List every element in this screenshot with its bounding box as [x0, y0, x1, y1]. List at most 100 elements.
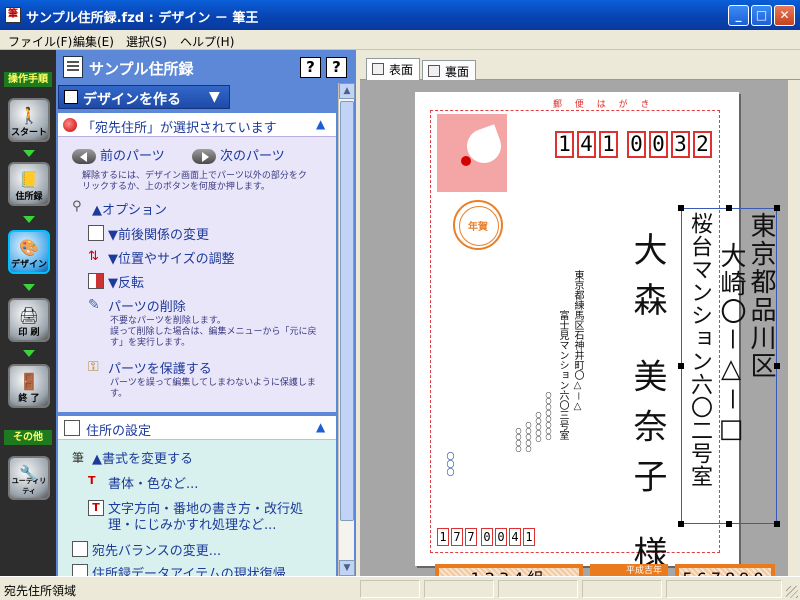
delete-part-button[interactable]: パーツの削除	[108, 296, 186, 315]
maximize-button[interactable]: □	[751, 5, 772, 26]
next-part-button[interactable]: 次のパーツ	[192, 145, 285, 164]
format-brush-icon: 筆	[72, 451, 85, 465]
deselect-hint-line-1: 解除するには、デザイン画面上でパーツ以外の部分をク	[82, 171, 307, 181]
panel-header: サンプル住所録 ? ?	[58, 53, 354, 81]
scroll-thumb[interactable]	[340, 101, 354, 521]
address-settings-heading: 住所の設定	[86, 424, 152, 439]
notebook-icon	[63, 56, 83, 78]
sender-zip-digit[interactable]: 7	[451, 528, 463, 546]
options-toggle[interactable]: ▲オプション	[92, 199, 167, 218]
step-exit-button[interactable]: 🚪 終 了	[8, 364, 50, 408]
format-change-toggle[interactable]: ▲書式を変更する	[92, 448, 193, 467]
zip-digit[interactable]: 4	[577, 131, 596, 158]
zip-digit[interactable]: 2	[693, 131, 712, 158]
minimize-button[interactable]: _	[728, 5, 749, 26]
position-size-toggle[interactable]: ▼位置やサイズの調整	[108, 248, 235, 267]
sender-name-line: 〇〇〇〇〇	[534, 412, 541, 442]
resize-handle[interactable]	[678, 205, 684, 211]
prev-part-label: 前のパーツ	[100, 149, 165, 164]
address-settings-icon	[64, 420, 80, 436]
font-icon: T	[88, 474, 96, 487]
zip-digit[interactable]: 0	[627, 131, 646, 158]
side-tabs: 表面 裏面	[360, 58, 800, 80]
resize-handle[interactable]	[774, 521, 780, 527]
scroll-down-icon[interactable]: ▼	[339, 560, 355, 576]
menu-file[interactable]: ファイル(F)	[8, 33, 72, 50]
recipient-address-line-3[interactable]: 桜台マンション六〇二号室	[683, 212, 715, 488]
step-sidebar: 操作手順 🚶 スタート 📒 住所録 🎨 デザイン 🖨 印 刷 🚪 終 了 その他…	[0, 50, 56, 576]
front-side-icon	[372, 63, 384, 75]
other-header: その他	[4, 430, 52, 445]
step-arrow-icon	[23, 284, 35, 291]
sender-zip-digit[interactable]: 0	[495, 528, 507, 546]
mode-dropdown[interactable]: デザインを作る ▼	[58, 85, 230, 109]
step-address-book-button[interactable]: 📒 住所録	[8, 162, 50, 206]
help-button[interactable]: ?	[326, 57, 347, 78]
recipient-address-line-2[interactable]: 大崎〇－△－□	[713, 242, 750, 446]
postcard-canvas[interactable]: 郵 便 は が き 1 4 1 0 0 3 2 年賀 東京都品川区 大崎〇－△－…	[415, 92, 780, 594]
context-help-button[interactable]: ?	[300, 57, 321, 78]
prev-part-button[interactable]: 前のパーツ	[72, 145, 165, 164]
preview-scrollbar[interactable]	[788, 80, 800, 576]
tab-back[interactable]: 裏面	[422, 60, 477, 80]
sender-zip-digit[interactable]: 4	[509, 528, 521, 546]
back-side-icon	[428, 65, 440, 77]
address-book-icon: 📒	[19, 170, 39, 189]
tab-front-label: 表面	[389, 63, 414, 77]
resize-handle[interactable]	[726, 521, 732, 527]
arrow-right-icon	[192, 149, 216, 164]
deselect-hint-line-2: リックするか、上のボタンを何度か押します。	[82, 182, 270, 192]
panel-scrollbar[interactable]: ▲ ▼	[338, 83, 355, 576]
step-arrow-icon	[23, 216, 35, 223]
menu-bar: ファイル(F) 編集(E) 選択(S) ヘルプ(H)	[0, 30, 800, 50]
resize-handle[interactable]	[774, 205, 780, 211]
resize-handle[interactable]	[726, 205, 732, 211]
recipient-name[interactable]: 大森 美奈子 様	[623, 232, 672, 586]
resize-grip-icon[interactable]	[786, 586, 798, 598]
menu-help[interactable]: ヘルプ(H)	[180, 33, 234, 50]
stamp-design-image[interactable]	[437, 114, 507, 192]
collapse-icon[interactable]: ▲	[316, 420, 325, 434]
zip-digit[interactable]: 1	[555, 131, 574, 158]
assistant-panel: サンプル住所録 ? ? デザインを作る ▼ 「宛先住所」が選択されています ▲ …	[56, 50, 356, 582]
font-color-link[interactable]: 書体・色など...	[108, 473, 198, 492]
delete-hint-line-3: す」を実行します。	[110, 338, 191, 348]
protect-part-button[interactable]: パーツを保護する	[108, 358, 212, 377]
resize-handle[interactable]	[678, 521, 684, 527]
scroll-up-icon[interactable]: ▲	[339, 83, 355, 99]
order-change-toggle[interactable]: ▼前後関係の変更	[108, 224, 209, 243]
section-header-selected[interactable]: 「宛先住所」が選択されています ▲	[58, 113, 336, 137]
balance-change-link[interactable]: 宛先バランスの変更...	[92, 540, 221, 559]
zip-digit[interactable]: 1	[599, 131, 618, 158]
sender-zip-digit[interactable]: 1	[437, 528, 449, 546]
step-design-button[interactable]: 🎨 デザイン	[8, 230, 50, 274]
sender-address-line-2[interactable]: 富士見マンション六〇三号室	[555, 310, 570, 440]
step-start-button[interactable]: 🚶 スタート	[8, 98, 50, 142]
exit-door-icon: 🚪	[19, 372, 39, 391]
menu-select[interactable]: 選択(S)	[126, 33, 167, 50]
sender-address-line-1[interactable]: 東京都練馬区石神井町〇△－△	[570, 270, 585, 412]
sender-name-line: 〇〇〇〇〇	[524, 422, 531, 452]
title-bar[interactable]: 筆 サンプル住所録.fzd : デザイン － 筆王 _ □ ✕	[0, 0, 800, 30]
chevron-down-icon: ▼	[209, 89, 220, 105]
text-direction-link-line-2[interactable]: 理・にじみかすれ処理など...	[108, 514, 276, 533]
step-utility-button[interactable]: 🔧 ユーティリティ	[8, 456, 50, 500]
fude-ou-app-icon[interactable]: 筆	[5, 7, 21, 23]
close-button[interactable]: ✕	[774, 5, 795, 26]
tab-back-label: 裏面	[445, 65, 470, 79]
zip-digit[interactable]: 0	[649, 131, 668, 158]
step-exit-label: 終 了	[18, 394, 40, 404]
menu-edit[interactable]: 編集(E)	[73, 33, 114, 50]
flip-toggle[interactable]: ▼反転	[108, 272, 144, 291]
printer-icon: 🖨	[18, 306, 40, 325]
sender-zip-digit[interactable]: 0	[481, 528, 493, 546]
step-print-button[interactable]: 🖨 印 刷	[8, 298, 50, 342]
tab-front[interactable]: 表面	[366, 58, 421, 80]
section-header-address[interactable]: 住所の設定 ▲	[58, 416, 336, 440]
steps-header: 操作手順	[4, 72, 52, 87]
sender-zip-digit[interactable]: 7	[465, 528, 477, 546]
step-arrow-icon	[23, 150, 35, 157]
collapse-icon[interactable]: ▲	[316, 117, 325, 131]
sender-zip-digit[interactable]: 1	[523, 528, 535, 546]
zip-digit[interactable]: 3	[671, 131, 690, 158]
